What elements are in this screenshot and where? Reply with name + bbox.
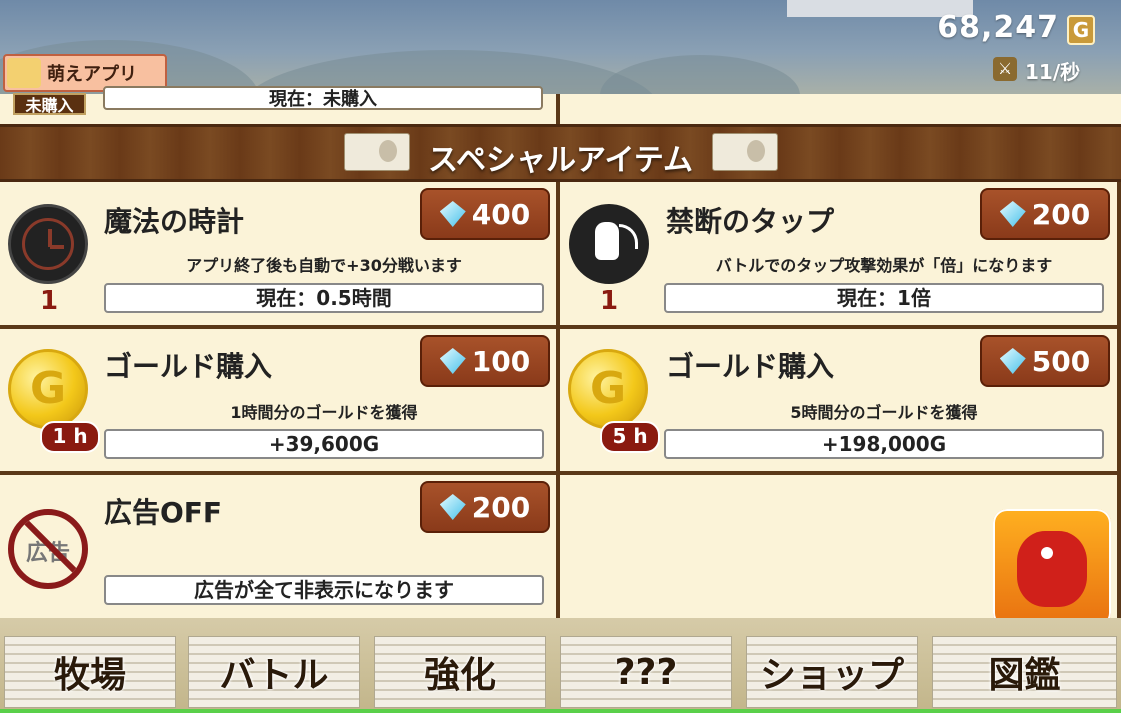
gold-amount: 68,247: [937, 10, 1059, 45]
duration-badge: 1 h: [40, 421, 100, 453]
item-card-gold-1h: G 1 h ゴールド購入 100 1時間分のゴールドを獲得 +39,600G: [0, 329, 556, 471]
nav-ranch[interactable]: 牧場: [4, 636, 176, 708]
item-value-box: +198,000G: [664, 429, 1104, 459]
nav-unknown[interactable]: ???: [560, 636, 732, 708]
nav-encyclopedia[interactable]: 図鑑: [932, 636, 1117, 708]
gold-coin-icon: G: [568, 349, 648, 429]
bottom-nav: 牧場 バトル 強化 ??? ショップ 図鑑: [0, 618, 1121, 713]
nav-label: 強化: [423, 655, 496, 696]
app-badge-label: 萌えアプリ: [47, 64, 137, 85]
nav-label: 図鑑: [988, 655, 1061, 696]
item-description: アプリ終了後も自動で+30分戦います: [186, 256, 462, 275]
nav-label: ???: [614, 651, 678, 693]
gold-icon: G: [1067, 15, 1095, 45]
price-label: 200: [1031, 197, 1091, 231]
gem-icon: [999, 201, 1026, 227]
buy-button[interactable]: 200: [980, 188, 1110, 240]
gem-icon: [439, 348, 466, 374]
gold-coin-icon: G: [8, 349, 88, 429]
item-value-box: 現在：1倍: [664, 283, 1104, 313]
item-card-gold-5h: G 5 h ゴールド購入 500 5時間分のゴールドを獲得 +198,000G: [560, 329, 1117, 471]
sword-icon: ⚔: [993, 57, 1017, 81]
gem-icon: [439, 494, 466, 520]
background-hill: [600, 55, 800, 94]
item-card-forbidden-tap: 1 禁断のタップ 200 バトルでのタップ攻撃効果が「倍」になります 現在：1倍: [560, 182, 1117, 325]
item-name: 禁断のタップ: [666, 205, 835, 238]
character-face-icon: [7, 58, 41, 88]
buy-button[interactable]: 400: [420, 188, 550, 240]
nav-upgrade[interactable]: 強化: [374, 636, 546, 708]
item-name: 魔法の時計: [104, 205, 245, 238]
dragon-app-icon[interactable]: [993, 509, 1111, 627]
divider: [556, 94, 560, 124]
no-ads-icon: 広告: [8, 509, 88, 589]
nav-label: バトル: [219, 655, 329, 696]
dragon-eye: [1041, 547, 1053, 559]
price-label: 200: [471, 490, 531, 524]
buy-button[interactable]: 500: [980, 335, 1110, 387]
price-label: 500: [1031, 344, 1091, 378]
section-title: スペシャルアイテム: [428, 143, 693, 178]
item-description: 1時間分のゴールドを獲得: [230, 403, 418, 422]
buy-button[interactable]: 200: [420, 481, 550, 533]
item-card-magic-clock: 1 魔法の時計 400 アプリ終了後も自動で+30分戦います 現在：0.5時間: [0, 182, 556, 325]
item-grid: 1 魔法の時計 400 アプリ終了後も自動で+30分戦います 現在：0.5時間 …: [0, 182, 1121, 618]
price-label: 400: [471, 197, 531, 231]
item-level: 1: [600, 286, 619, 316]
nav-shop[interactable]: ショップ: [746, 636, 918, 708]
price-label: 100: [471, 344, 531, 378]
buy-button[interactable]: 100: [420, 335, 550, 387]
item-value-box: 現在：0.5時間: [104, 283, 544, 313]
progress-line: [0, 709, 1121, 713]
nav-battle[interactable]: バトル: [188, 636, 360, 708]
gem-icon: [439, 201, 466, 227]
item-name: 広告OFF: [104, 496, 223, 529]
item-level: 1: [40, 286, 59, 316]
item-name: ゴールド購入: [666, 350, 835, 383]
nav-label: ショップ: [759, 655, 904, 696]
clock-icon: [8, 204, 88, 284]
banknote-icon: [712, 133, 778, 171]
item-description: 5時間分のゴールドを獲得: [790, 403, 978, 422]
item-name: ゴールド購入: [104, 350, 273, 383]
item-description: バトルでのタップ攻撃効果が「倍」になります: [715, 256, 1053, 275]
gem-icon: [999, 348, 1026, 374]
dragon-body: [1017, 531, 1087, 607]
top-status-bar: 68,247 G ⚔ 11/秒: [0, 0, 1121, 94]
section-header: スペシャルアイテム: [0, 124, 1121, 182]
attack-rate: 11/秒: [1025, 60, 1081, 84]
item-value-box: +39,600G: [104, 429, 544, 459]
duration-badge: 5 h: [600, 421, 660, 453]
item-value-box: 広告が全て非表示になります: [104, 575, 544, 605]
nav-label: 牧場: [53, 655, 126, 696]
tap-hand-icon: [569, 204, 649, 284]
not-purchased-tag: 未購入: [13, 93, 86, 115]
item-card-ads-off: 広告 広告OFF 200 広告が全て非表示になります: [0, 475, 556, 618]
previous-status-box: 現在：未購入: [103, 86, 543, 110]
